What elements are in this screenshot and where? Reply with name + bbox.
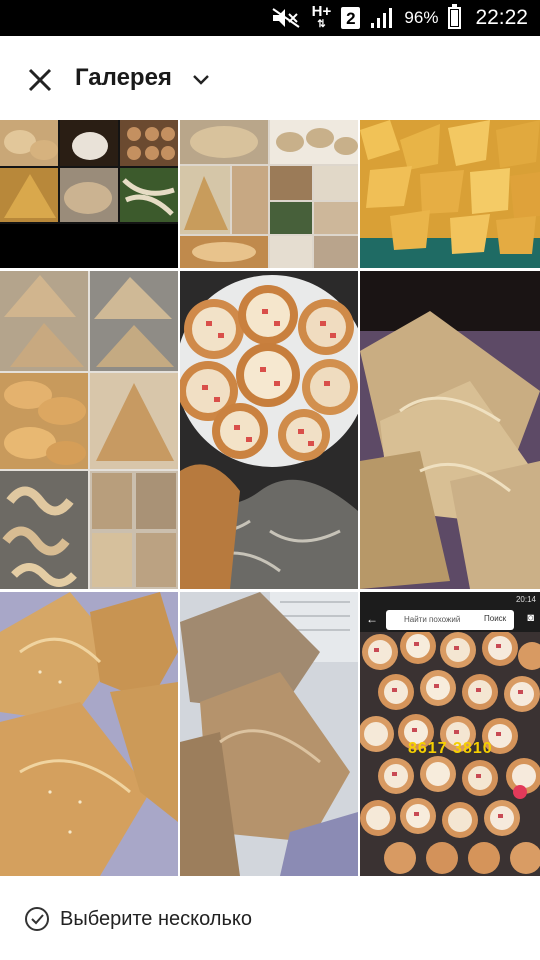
photo-samsa-1[interactable] — [360, 271, 540, 589]
close-icon[interactable] — [24, 64, 56, 96]
bottom-bar: Выберите несколько — [0, 876, 540, 960]
screenshot-search-placeholder: Найти похожий — [404, 615, 461, 624]
network-type-indicator: H+ ⇅ — [311, 3, 332, 30]
battery-percent: 96% — [404, 8, 439, 27]
photo-pastry-collage-3[interactable] — [0, 271, 178, 589]
screenshot-watermark: 8617 3810 — [408, 740, 493, 757]
mute-vibrate-icon — [272, 8, 300, 28]
photo-pizza-screenshot[interactable]: 20:14 ← Найти похожий Поиск ◙ 8617 3810 — [360, 592, 540, 876]
clock: 22:22 — [475, 6, 528, 29]
status-icons: H+ ⇅ 2 96% 22:22 — [271, 0, 528, 36]
screenshot-time: 20:14 — [515, 595, 536, 604]
check-circle-icon — [25, 907, 49, 931]
battery-icon — [448, 4, 462, 29]
page-title[interactable]: Галерея — [75, 64, 172, 92]
photo-samsa-2[interactable] — [0, 592, 178, 876]
screenshot-search-button: Поиск — [484, 614, 507, 623]
screenshot-search-bar: ← Найти похожий Поиск ◙ — [360, 608, 540, 632]
photo-mini-pizzas[interactable] — [180, 271, 358, 589]
photo-pastry-collage-1[interactable] — [0, 120, 178, 268]
select-multiple-label: Выберите несколько — [60, 907, 252, 930]
select-multiple-button[interactable]: Выберите несколько — [24, 906, 252, 932]
photo-samsa-3[interactable] — [180, 592, 358, 876]
network-type-label: H+ — [311, 3, 332, 20]
chevron-down-icon[interactable] — [190, 68, 212, 90]
sim-indicator: 2 — [341, 7, 361, 29]
back-arrow-icon: ← — [366, 612, 378, 626]
photo-fried-triangles[interactable] — [360, 120, 540, 268]
camera-icon: ◙ — [527, 612, 534, 624]
photo-grid: 20:14 ← Найти похожий Поиск ◙ 8617 3810 — [0, 120, 540, 876]
signal-icon — [371, 8, 393, 28]
app-bar: Галерея — [0, 36, 540, 120]
photo-pastry-collage-2[interactable] — [180, 120, 358, 268]
status-bar: H+ ⇅ 2 96% 22:22 — [0, 0, 540, 36]
